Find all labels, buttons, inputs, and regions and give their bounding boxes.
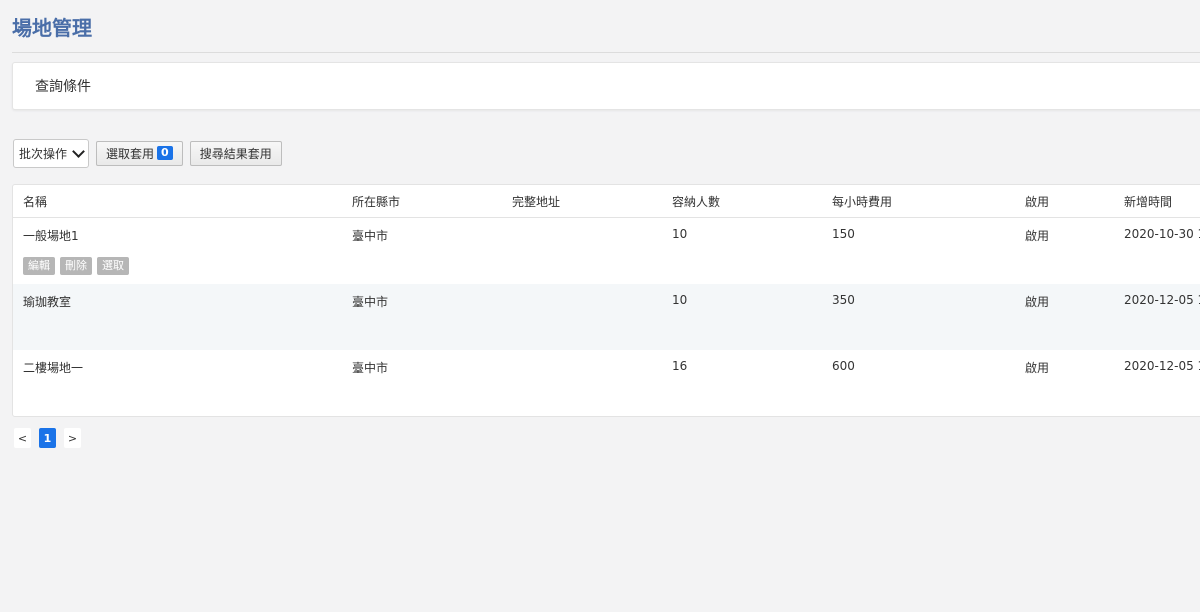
cell-name: 瑜珈教室 [13,284,342,350]
delete-button[interactable]: 刪除 [60,257,92,275]
column-header-hourly-fee[interactable]: 每小時費用 [822,185,1015,218]
cell-enabled: 啟用 [1015,284,1114,350]
column-header-created-time[interactable]: 新增時間 [1114,185,1200,218]
cell-created-time: 2020-12-05 17 [1114,284,1200,350]
cell-address [502,218,662,285]
selected-count-badge: 0 [157,146,173,160]
column-header-enabled[interactable]: 啟用 [1015,185,1114,218]
cell-city: 臺中市 [352,361,389,375]
select-apply-label: 選取套用 [106,146,155,161]
cell-capacity: 10 [662,284,822,350]
cell-capacity: 10 [672,227,688,241]
cell-created-time: 2020-10-30 18 [1124,227,1200,241]
cell-city: 臺中市 [352,229,389,243]
cell-name: 二樓場地一 [23,361,84,375]
column-header-capacity[interactable]: 容納人數 [662,185,822,218]
table-header-row: 名稱 所在縣市 完整地址 容納人數 每小時費用 啟用 新增時間 [13,185,1200,218]
table-row[interactable]: 一般場地1 編輯 刪除 選取 臺中市 10 150 啟用 2020-10-30 … [13,218,1200,285]
pagination: < 1 > [14,428,81,448]
toolbar: 批次操作 選取套用 0 搜尋結果套用 [13,138,282,168]
cell-capacity: 16 [672,359,688,373]
cell-enabled: 啟用 [1025,229,1050,243]
prev-page-button[interactable]: < [14,428,31,448]
venue-table-container: 名稱 所在縣市 完整地址 容納人數 每小時費用 啟用 新增時間 一般場地1 編輯… [12,184,1200,417]
table-row[interactable]: 二樓場地一 臺中市 16 600 啟用 2020-12-05 17 [13,350,1200,416]
row-actions: 編輯 刪除 選取 [23,257,342,275]
column-header-name[interactable]: 名稱 [13,185,342,218]
cell-enabled: 啟用 [1025,361,1050,375]
cell-address [502,284,662,350]
batch-action-select-value: 批次操作 [19,146,68,161]
page-number-button[interactable]: 1 [39,428,56,448]
page-title: 場地管理 [12,16,92,40]
select-apply-button[interactable]: 選取套用 0 [96,140,183,166]
cell-city: 臺中市 [342,284,502,350]
column-header-city[interactable]: 所在縣市 [342,185,502,218]
cell-hourly-fee: 600 [832,359,855,373]
chevron-down-icon [72,144,85,158]
query-panel[interactable]: 查詢條件 [12,62,1200,110]
query-panel-title[interactable]: 查詢條件 [35,76,91,96]
title-divider [12,52,1200,53]
next-page-button[interactable]: > [64,428,81,448]
cell-hourly-fee: 350 [822,284,1015,350]
edit-button[interactable]: 編輯 [23,257,55,275]
select-button[interactable]: 選取 [97,257,129,275]
cell-hourly-fee: 150 [832,227,855,241]
venue-name: 一般場地1 [23,229,79,243]
cell-address [502,350,662,416]
cell-created-time: 2020-12-05 17 [1124,359,1200,373]
table-row[interactable]: 瑜珈教室 臺中市 10 350 啟用 2020-12-05 17 [13,284,1200,350]
venue-table: 名稱 所在縣市 完整地址 容納人數 每小時費用 啟用 新增時間 一般場地1 編輯… [13,185,1200,416]
column-header-address[interactable]: 完整地址 [502,185,662,218]
cell-name: 一般場地1 編輯 刪除 選取 [13,218,342,285]
batch-action-select[interactable]: 批次操作 [13,138,90,168]
search-result-apply-button[interactable]: 搜尋結果套用 [189,140,282,166]
